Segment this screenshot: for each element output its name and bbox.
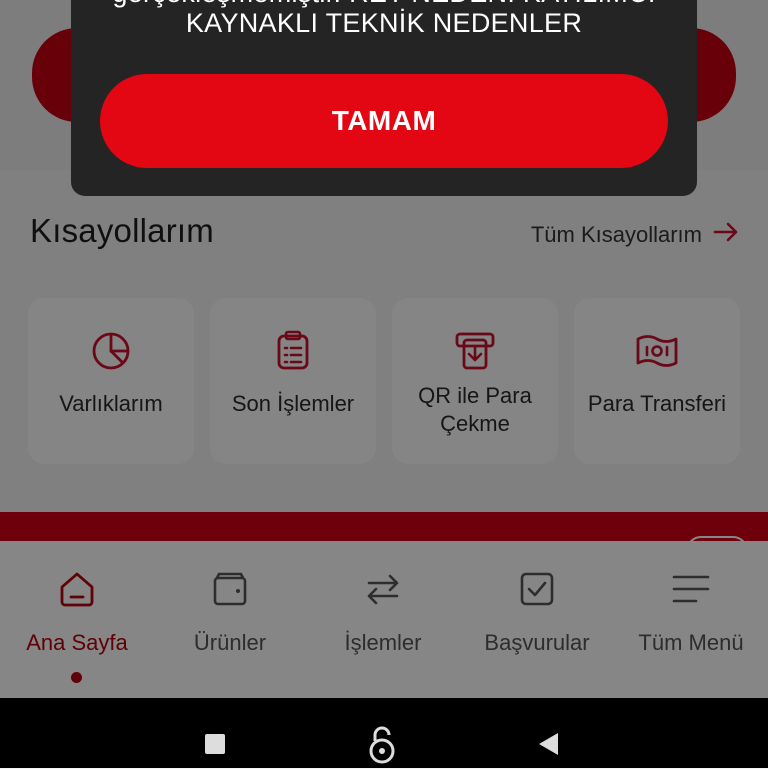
dialog-message-line1: gerçekleşmemiştir. RET NEDENİ KATILIMCI [71, 0, 697, 8]
alert-dialog: gerçekleşmemiştir. RET NEDENİ KATILIMCI … [71, 0, 697, 196]
ok-button[interactable]: TAMAM [100, 74, 668, 168]
dialog-message: gerçekleşmemiştir. RET NEDENİ KATILIMCI … [71, 0, 697, 38]
home-lock-icon[interactable] [366, 724, 398, 764]
recents-icon[interactable] [205, 734, 225, 754]
back-icon[interactable] [536, 731, 560, 757]
app-screen: Kısayollarım Tüm Kısayollarım Varlıkları… [0, 0, 768, 698]
dialog-message-line2: KAYNAKLI TEKNİK NEDENLER [185, 8, 583, 38]
